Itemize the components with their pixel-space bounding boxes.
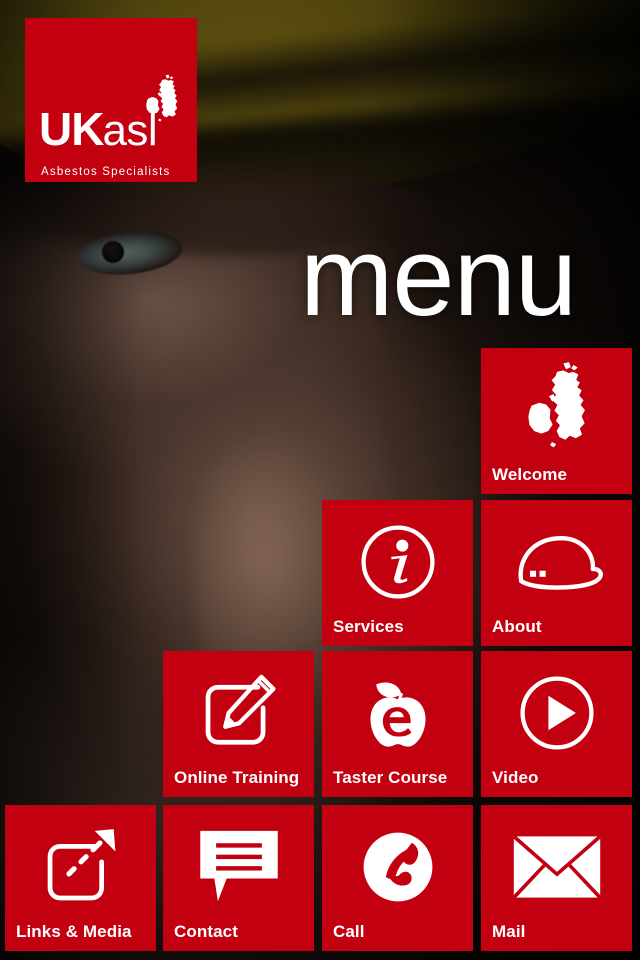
menu-tile-label: Contact	[174, 922, 238, 941]
menu-tile-video[interactable]: Video	[481, 651, 632, 797]
menu-tile-label: Taster Course	[333, 768, 448, 787]
envelope-icon	[481, 819, 632, 915]
menu-tile-mail[interactable]: Mail	[481, 805, 632, 951]
speech-bubble-icon	[163, 819, 314, 915]
menu-tile-label: Online Training	[174, 768, 300, 787]
app-root: UK asl Asbestos Specialists menu Welcome	[0, 0, 640, 960]
menu-tile-taster-course[interactable]: Taster Course	[322, 651, 473, 797]
apple-e-learning-icon	[322, 665, 473, 761]
pencil-edit-icon	[163, 665, 314, 761]
menu-tile-services[interactable]: Services	[322, 500, 473, 646]
menu-tile-welcome[interactable]: Welcome	[481, 348, 632, 494]
menu-tile-call[interactable]: Call	[322, 805, 473, 951]
menu-tile-label: Links & Media	[16, 922, 132, 941]
menu-tile-label: Video	[492, 768, 539, 787]
info-circle-icon	[322, 514, 473, 610]
hard-hat-icon	[481, 514, 632, 610]
menu-tile-online-training[interactable]: Online Training	[163, 651, 314, 797]
menu-tile-label: About	[492, 617, 542, 636]
logo-uk-text: UK	[39, 103, 104, 155]
phone-circle-icon	[322, 819, 473, 915]
page-title: menu	[300, 214, 577, 339]
external-link-icon	[5, 819, 156, 915]
menu-tile-label: Mail	[492, 922, 526, 941]
ukasl-logo[interactable]: UK asl Asbestos Specialists	[25, 18, 197, 182]
uk-map-icon	[481, 362, 632, 458]
menu-tile-label: Services	[333, 617, 404, 636]
logo-asl-text: asl	[102, 106, 158, 155]
logo-tagline: Asbestos Specialists	[41, 166, 171, 178]
play-circle-icon	[481, 665, 632, 761]
logo-wordmark: UK asl	[39, 106, 187, 154]
menu-tile-label: Call	[333, 922, 365, 941]
menu-tile-links-media[interactable]: Links & Media	[5, 805, 156, 951]
menu-tile-about[interactable]: About	[481, 500, 632, 646]
menu-tile-contact[interactable]: Contact	[163, 805, 314, 951]
menu-tile-label: Welcome	[492, 465, 568, 484]
